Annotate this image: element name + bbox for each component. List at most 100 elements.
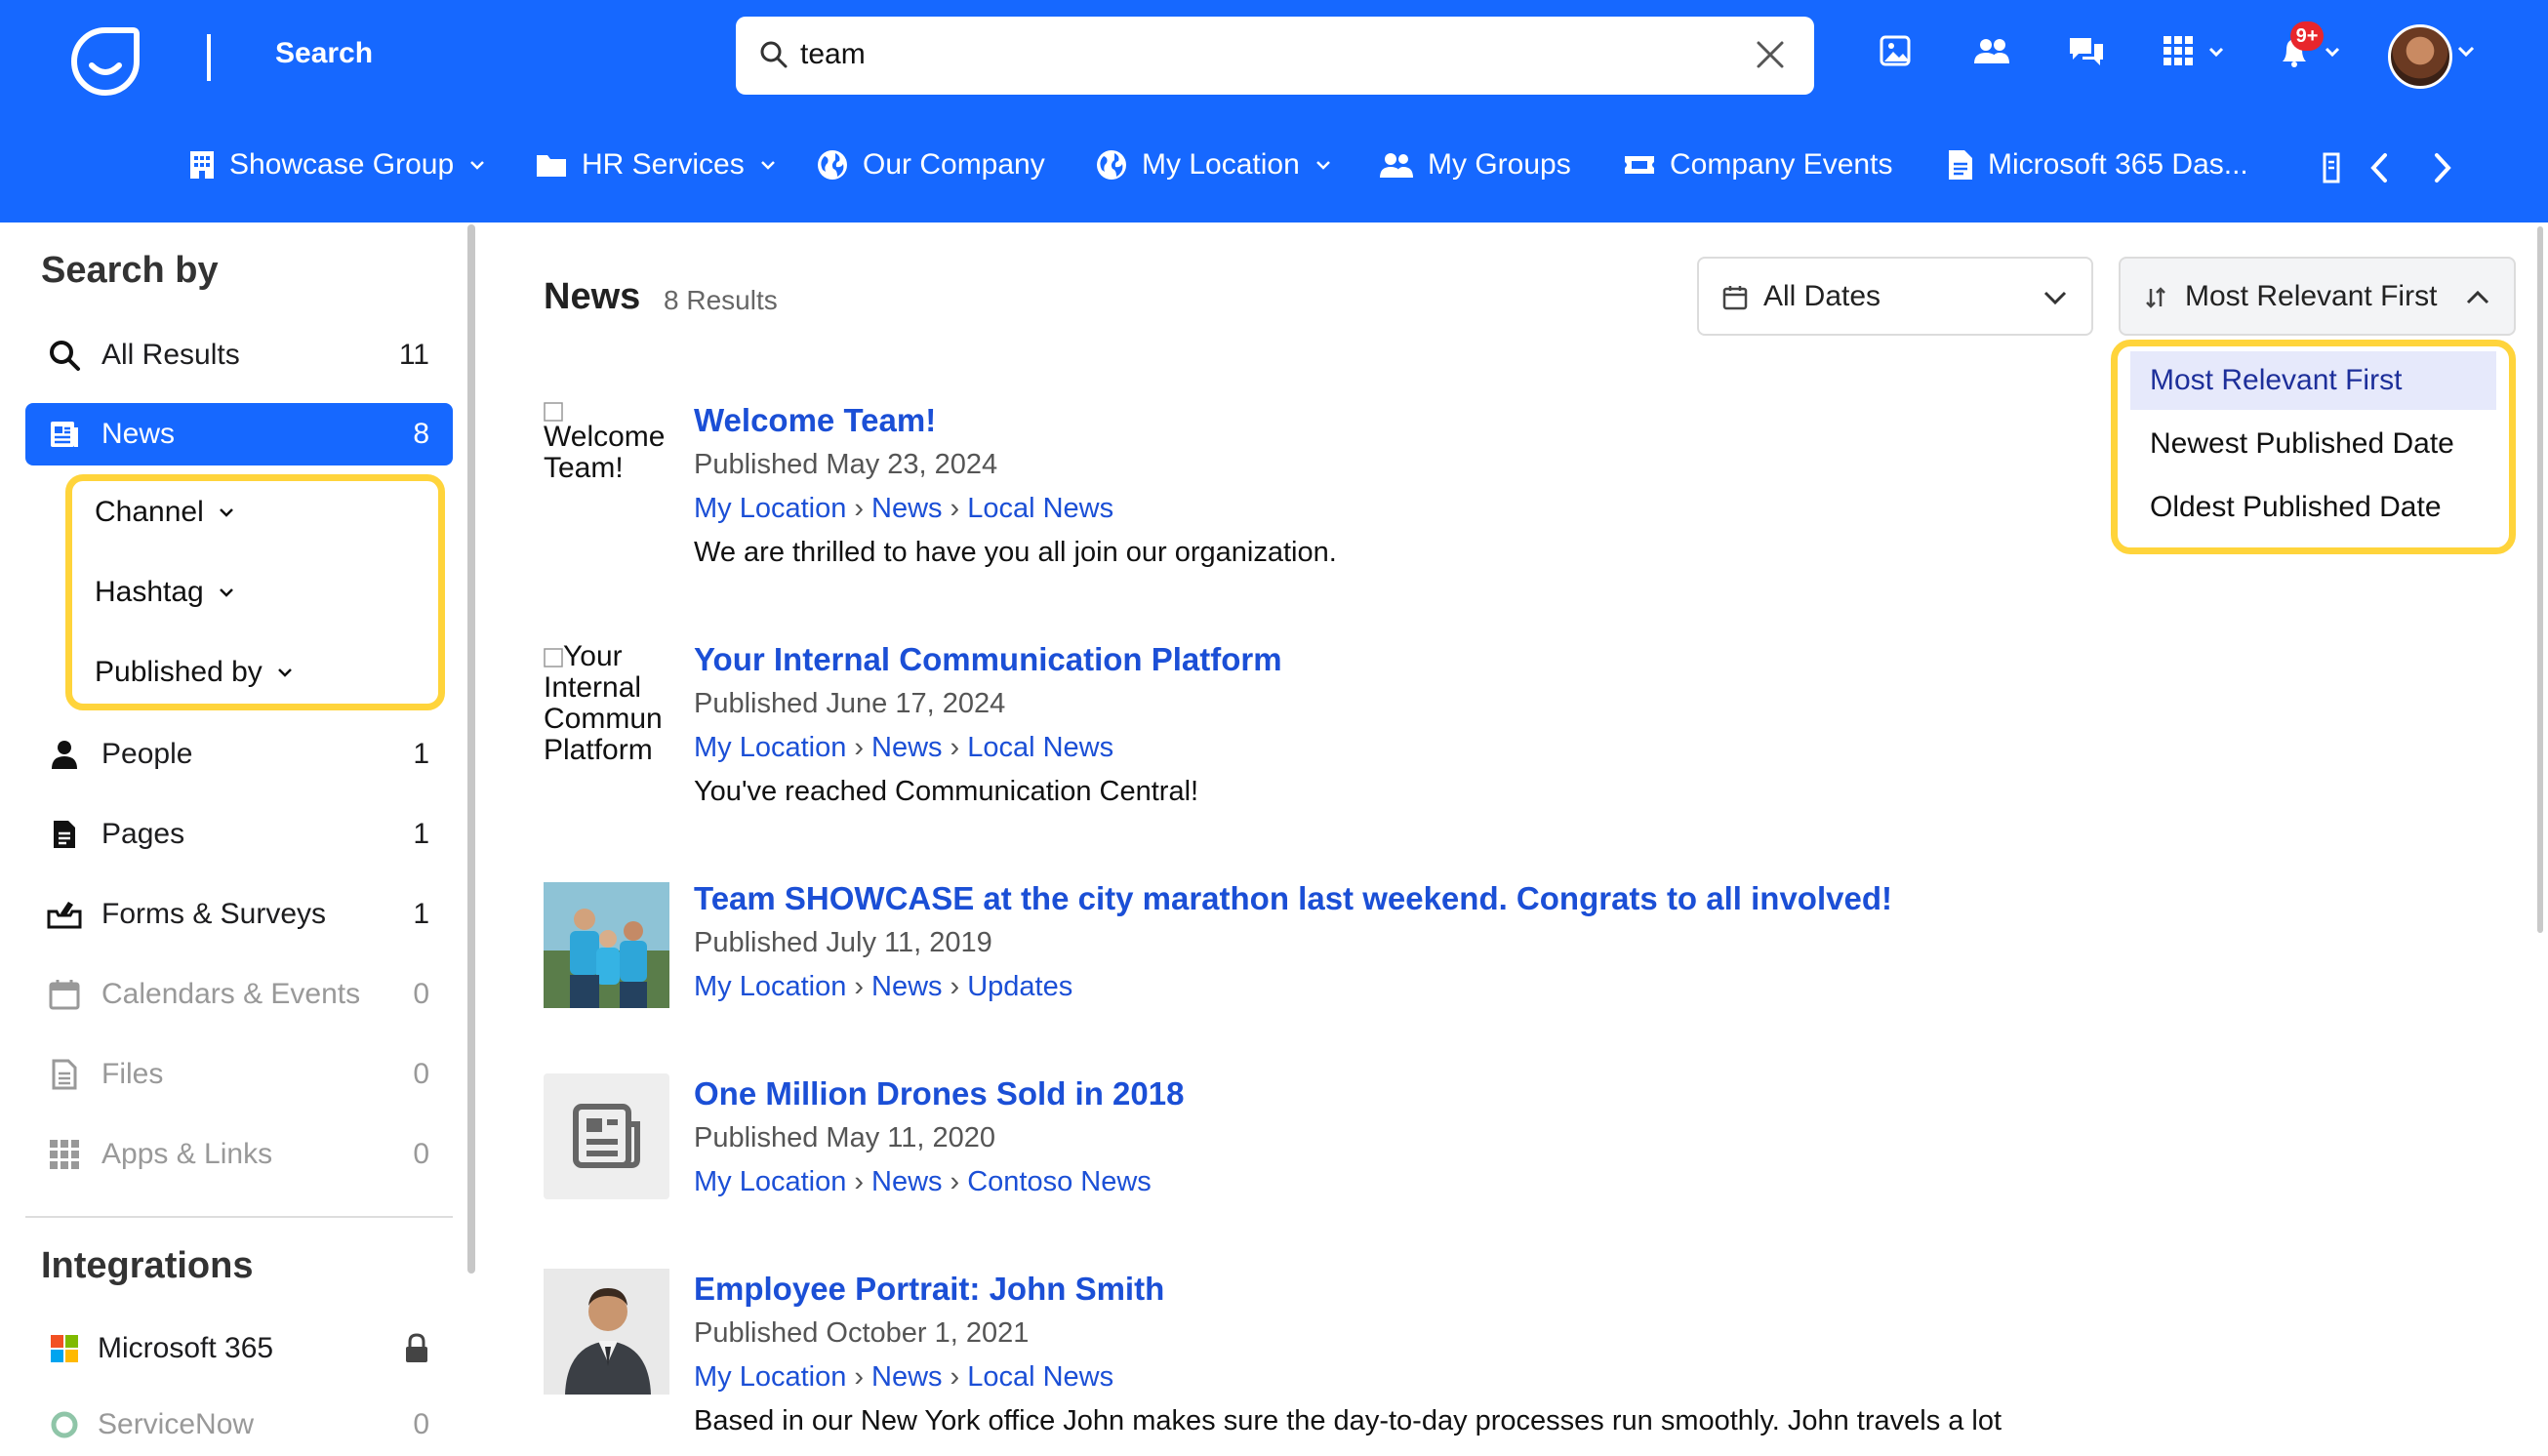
- sort-option-oldest[interactable]: Oldest Published Date: [2130, 478, 2496, 537]
- lock-icon: [404, 1333, 429, 1364]
- breadcrumb-link[interactable]: My Location: [694, 1166, 846, 1197]
- sidebar-item-files[interactable]: Files 0: [25, 1043, 453, 1106]
- news-title-link[interactable]: Employee Portrait: John Smith: [694, 1271, 1164, 1308]
- document-icon[interactable]: [2321, 152, 2342, 183]
- filter-channel[interactable]: Channel: [95, 496, 235, 529]
- apps-grid-icon[interactable]: [2162, 34, 2230, 69]
- sidebar-item-all-results[interactable]: All Results 11: [25, 324, 453, 386]
- close-icon[interactable]: [1754, 38, 1787, 71]
- section-title: News: [544, 276, 641, 317]
- result-count: 1: [413, 898, 429, 930]
- filter-published-by[interactable]: Published by: [95, 656, 294, 689]
- marathon-photo-thumbnail[interactable]: [544, 882, 669, 1008]
- filter-hashtag[interactable]: Hashtag: [95, 576, 235, 609]
- file-icon: [45, 1059, 84, 1090]
- nav-item-my-location[interactable]: My Location: [1095, 148, 1331, 182]
- search-icon: [45, 339, 84, 372]
- globe-icon: [816, 148, 849, 182]
- broken-image-thumbnail[interactable]: Welcome Team!: [544, 402, 675, 484]
- nav-item-my-groups[interactable]: My Groups: [1379, 148, 1571, 182]
- search-icon: [759, 40, 789, 69]
- breadcrumb-link[interactable]: News: [871, 1166, 943, 1197]
- sort-select[interactable]: Most Relevant First: [2119, 257, 2516, 336]
- sidebar-item-forms-surveys[interactable]: Forms & Surveys 1: [25, 883, 453, 946]
- apps-grid-icon: [45, 1139, 84, 1170]
- breadcrumb-link[interactable]: News: [871, 493, 943, 524]
- integration-servicenow[interactable]: ServiceNow 0: [25, 1394, 453, 1456]
- nav-item-label: Company Events: [1670, 148, 1893, 181]
- news-title-link[interactable]: Team SHOWCASE at the city marathon last …: [694, 880, 1892, 917]
- integration-label: ServiceNow: [98, 1408, 255, 1440]
- news-title-link[interactable]: Welcome Team!: [694, 402, 936, 439]
- sidebar-divider: [25, 1216, 453, 1218]
- logo-icon[interactable]: [68, 24, 142, 99]
- nav-item-showcase-group[interactable]: Showcase Group: [188, 148, 485, 182]
- breadcrumb: My Location › News › Updates: [694, 971, 1073, 1002]
- integrations-title: Integrations: [41, 1245, 254, 1286]
- person-icon: [45, 739, 84, 770]
- servicenow-icon: [45, 1410, 84, 1439]
- date-filter-select[interactable]: All Dates: [1697, 257, 2093, 336]
- chevron-down-icon: [1315, 160, 1331, 170]
- portrait-photo-thumbnail[interactable]: [544, 1269, 669, 1395]
- nav-item-label: HR Services: [582, 148, 745, 181]
- breadcrumb-link[interactable]: Updates: [967, 971, 1072, 1002]
- sort-option-newest[interactable]: Newest Published Date: [2130, 415, 2496, 473]
- nav-item-hr-services[interactable]: HR Services: [535, 148, 776, 182]
- chat-icon[interactable]: [2067, 34, 2106, 69]
- chevron-down-icon[interactable]: [2457, 46, 2475, 58]
- news-title-link[interactable]: One Million Drones Sold in 2018: [694, 1075, 1184, 1112]
- breadcrumb-link[interactable]: News: [871, 732, 943, 763]
- search-input[interactable]: team: [800, 38, 866, 71]
- sort-icon: [2144, 285, 2167, 310]
- breadcrumb-link[interactable]: My Location: [694, 732, 846, 763]
- news-placeholder-thumbnail[interactable]: [544, 1073, 669, 1199]
- nav-item-our-company[interactable]: Our Company: [816, 148, 1045, 182]
- breadcrumb-link[interactable]: Local News: [967, 732, 1113, 763]
- page-icon: [45, 819, 84, 850]
- sidebar-item-apps-links[interactable]: Apps & Links 0: [25, 1123, 453, 1186]
- sidebar-scrollbar[interactable]: [467, 224, 475, 1274]
- sidebar-item-news[interactable]: News 8: [25, 403, 453, 465]
- breadcrumb-link[interactable]: My Location: [694, 971, 846, 1002]
- microsoft-icon: [45, 1334, 84, 1363]
- breadcrumb-link[interactable]: Local News: [967, 493, 1113, 524]
- sidebar-item-calendars-events[interactable]: Calendars & Events 0: [25, 963, 453, 1026]
- breadcrumb: My Location › News › Local News: [694, 732, 1114, 763]
- chevron-down-icon: [469, 160, 485, 170]
- avatar[interactable]: [2388, 24, 2452, 89]
- sidebar-item-people[interactable]: People 1: [25, 723, 453, 786]
- image-icon[interactable]: [1879, 34, 1914, 69]
- news-icon: [573, 1104, 640, 1168]
- nav-item-company-events[interactable]: Company Events: [1623, 148, 1892, 182]
- sidebar-item-label: Pages: [101, 818, 185, 850]
- ticket-icon: [1623, 152, 1656, 178]
- filter-label: Hashtag: [95, 576, 204, 608]
- breadcrumb-link[interactable]: News: [871, 1361, 943, 1393]
- people-icon[interactable]: [1972, 34, 2011, 69]
- publish-date: Published May 23, 2024: [694, 449, 998, 480]
- breadcrumb-link[interactable]: My Location: [694, 1361, 846, 1393]
- broken-image-thumbnail[interactable]: Your Internal Commun Platform: [544, 641, 672, 766]
- nav-item-label: Showcase Group: [229, 148, 455, 181]
- news-excerpt: You've reached Communication Central!: [694, 776, 1199, 807]
- nav-item-microsoft-365-dashboard[interactable]: Microsoft 365 Das...: [1947, 148, 2248, 182]
- breadcrumb-link[interactable]: Local News: [967, 1361, 1113, 1393]
- chevron-left-icon[interactable]: [2368, 152, 2390, 183]
- chevron-down-icon: [276, 667, 294, 678]
- breadcrumb-link[interactable]: My Location: [694, 493, 846, 524]
- news-title-link[interactable]: Your Internal Communication Platform: [694, 641, 1282, 678]
- sidebar-item-label: News: [101, 418, 176, 450]
- publish-date: Published October 1, 2021: [694, 1317, 1030, 1349]
- breadcrumb: My Location › News › Local News: [694, 1361, 1114, 1393]
- sidebar-item-pages[interactable]: Pages 1: [25, 803, 453, 866]
- nav-item-label: My Groups: [1428, 148, 1571, 181]
- sort-option-most-relevant[interactable]: Most Relevant First: [2130, 351, 2496, 410]
- breadcrumb-link[interactable]: News: [871, 971, 943, 1002]
- result-count: 0: [413, 1138, 429, 1170]
- integration-microsoft-365[interactable]: Microsoft 365: [25, 1317, 453, 1380]
- breadcrumb-link[interactable]: Contoso News: [967, 1166, 1152, 1197]
- main-scrollbar[interactable]: [2537, 226, 2543, 933]
- chevron-right-icon[interactable]: [2432, 152, 2453, 183]
- search-box[interactable]: team: [736, 17, 1814, 95]
